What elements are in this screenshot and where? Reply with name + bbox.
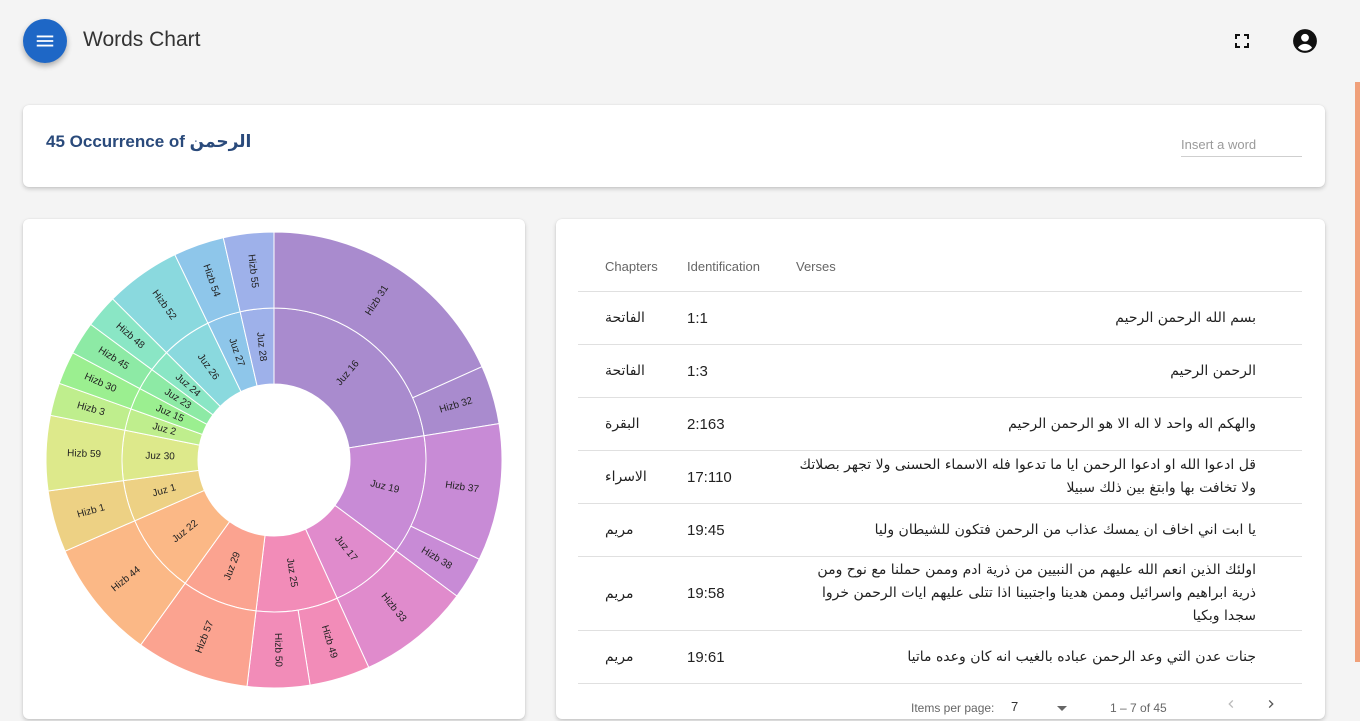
menu-icon — [36, 35, 54, 47]
table-row[interactable]: مريم 19:58 اولئك الذين انعم الله عليهم م… — [578, 556, 1302, 631]
identification-cell: 1:3 — [687, 344, 796, 398]
sunburst-chart: Juz 16Juz 19Juz 17Juz 25Juz 29Juz 22Juz … — [45, 231, 503, 689]
verse-cell: قل ادعوا الله او ادعوا الرحمن ايا ما تدع… — [796, 450, 1302, 504]
chapter-cell: الفاتحة — [578, 344, 687, 398]
account-circle-icon — [1293, 29, 1317, 53]
identification-cell: 19:58 — [687, 556, 796, 631]
verses-table: Chapters Identification Verses الفاتحة 1… — [578, 241, 1302, 684]
chapter-cell: البقرة — [578, 397, 687, 451]
identification-cell: 19:45 — [687, 503, 796, 557]
verse-text: بسم الله الرحمن الرحيم — [1115, 309, 1256, 326]
chapter-cell: مريم — [578, 556, 687, 631]
header-chapters[interactable]: Chapters — [578, 241, 687, 292]
identification-cell: 19:61 — [687, 630, 796, 684]
inner-ring-label: Juz 30 — [145, 451, 175, 463]
table-row[interactable]: الاسراء 17:110 قل ادعوا الله او ادعوا ال… — [578, 450, 1302, 504]
paginator: Items per page: 7 1 – 7 of 45 — [911, 699, 1311, 721]
chapter-cell: مريم — [578, 630, 687, 684]
occurrence-label: Occurrence of — [69, 132, 185, 151]
verse-text: قل ادعوا الله او ادعوا الرحمن ايا ما تدع… — [799, 457, 1256, 496]
verse-text: والهكم اله واحد لا اله الا هو الرحمن الر… — [1008, 415, 1256, 432]
chapter-cell: مريم — [578, 503, 687, 557]
items-per-page-label: Items per page: — [911, 701, 995, 715]
menu-button[interactable] — [23, 19, 67, 63]
identification-cell: 2:163 — [687, 397, 796, 451]
table-row[interactable]: البقرة 2:163 والهكم اله واحد لا اله الا … — [578, 397, 1302, 451]
chevron-left-icon — [1228, 700, 1234, 708]
verse-text: اولئك الذين انعم الله عليهم من النبيين م… — [817, 562, 1256, 624]
verse-text: جنات عدن التي وعد الرحمن عباده بالغيب ان… — [907, 648, 1256, 665]
table-row[interactable]: الفاتحة 1:1 بسم الله الرحمن الرحيم — [578, 291, 1302, 345]
header-identification[interactable]: Identification — [687, 241, 796, 292]
table-row[interactable]: مريم 19:61 جنات عدن التي وعد الرحمن عباد… — [578, 630, 1302, 684]
verse-cell: يا ابت اني اخاف ان يمسك عذاب من الرحمن ف… — [796, 503, 1302, 557]
account-button[interactable] — [1292, 28, 1318, 54]
word-search-input[interactable] — [1181, 135, 1302, 157]
verse-text: الرحمن الرحيم — [1170, 362, 1256, 379]
fullscreen-button[interactable] — [1230, 29, 1254, 53]
next-page-button[interactable] — [1263, 696, 1279, 715]
chapter-cell: الفاتحة — [578, 291, 687, 345]
outer-ring-label: Hizb 50 — [272, 633, 284, 668]
page-size-dropdown-arrow[interactable] — [1057, 706, 1067, 711]
occurrence-count: 45 — [46, 132, 65, 151]
app-title: Words Chart — [83, 28, 201, 51]
outer-ring-label: Hizb 59 — [67, 448, 102, 460]
table-row[interactable]: الفاتحة 1:3 الرحمن الرحيم — [578, 344, 1302, 398]
chevron-right-icon — [1268, 700, 1274, 708]
verses-table-card: Chapters Identification Verses الفاتحة 1… — [556, 219, 1325, 719]
identification-cell: 1:1 — [687, 291, 796, 345]
verse-text: يا ابت اني اخاف ان يمسك عذاب من الرحمن ف… — [874, 521, 1256, 538]
app-toolbar: Words Chart — [0, 0, 1360, 82]
verse-cell: والهكم اله واحد لا اله الا هو الرحمن الر… — [796, 397, 1302, 451]
scrollbar[interactable] — [1355, 82, 1360, 662]
verse-cell: الرحمن الرحيم — [796, 344, 1302, 398]
verse-cell: بسم الله الرحمن الرحيم — [796, 291, 1302, 345]
search-card: 45 Occurrence of الرحمن — [23, 105, 1325, 187]
chapter-cell: الاسراء — [578, 450, 687, 504]
page-range-label: 1 – 7 of 45 — [1110, 701, 1167, 715]
table-row[interactable]: مريم 19:45 يا ابت اني اخاف ان يمسك عذاب … — [578, 503, 1302, 557]
identification-cell: 17:110 — [687, 450, 796, 504]
fullscreen-icon — [1235, 34, 1249, 48]
occurrence-word: الرحمن — [189, 132, 252, 152]
occurrence-heading: 45 Occurrence of الرحمن — [46, 132, 251, 152]
verse-cell: اولئك الذين انعم الله عليهم من النبيين م… — [796, 556, 1302, 631]
table-header-row: Chapters Identification Verses — [578, 241, 1302, 292]
verse-cell: جنات عدن التي وعد الرحمن عباده بالغيب ان… — [796, 630, 1302, 684]
header-verses[interactable]: Verses — [796, 241, 1302, 292]
prev-page-button[interactable] — [1223, 696, 1239, 715]
sunburst-chart-card: Juz 16 Juz 19 Juz 17 Juz 25 Juz 29 Juz 22 Juz … — [23, 219, 525, 719]
